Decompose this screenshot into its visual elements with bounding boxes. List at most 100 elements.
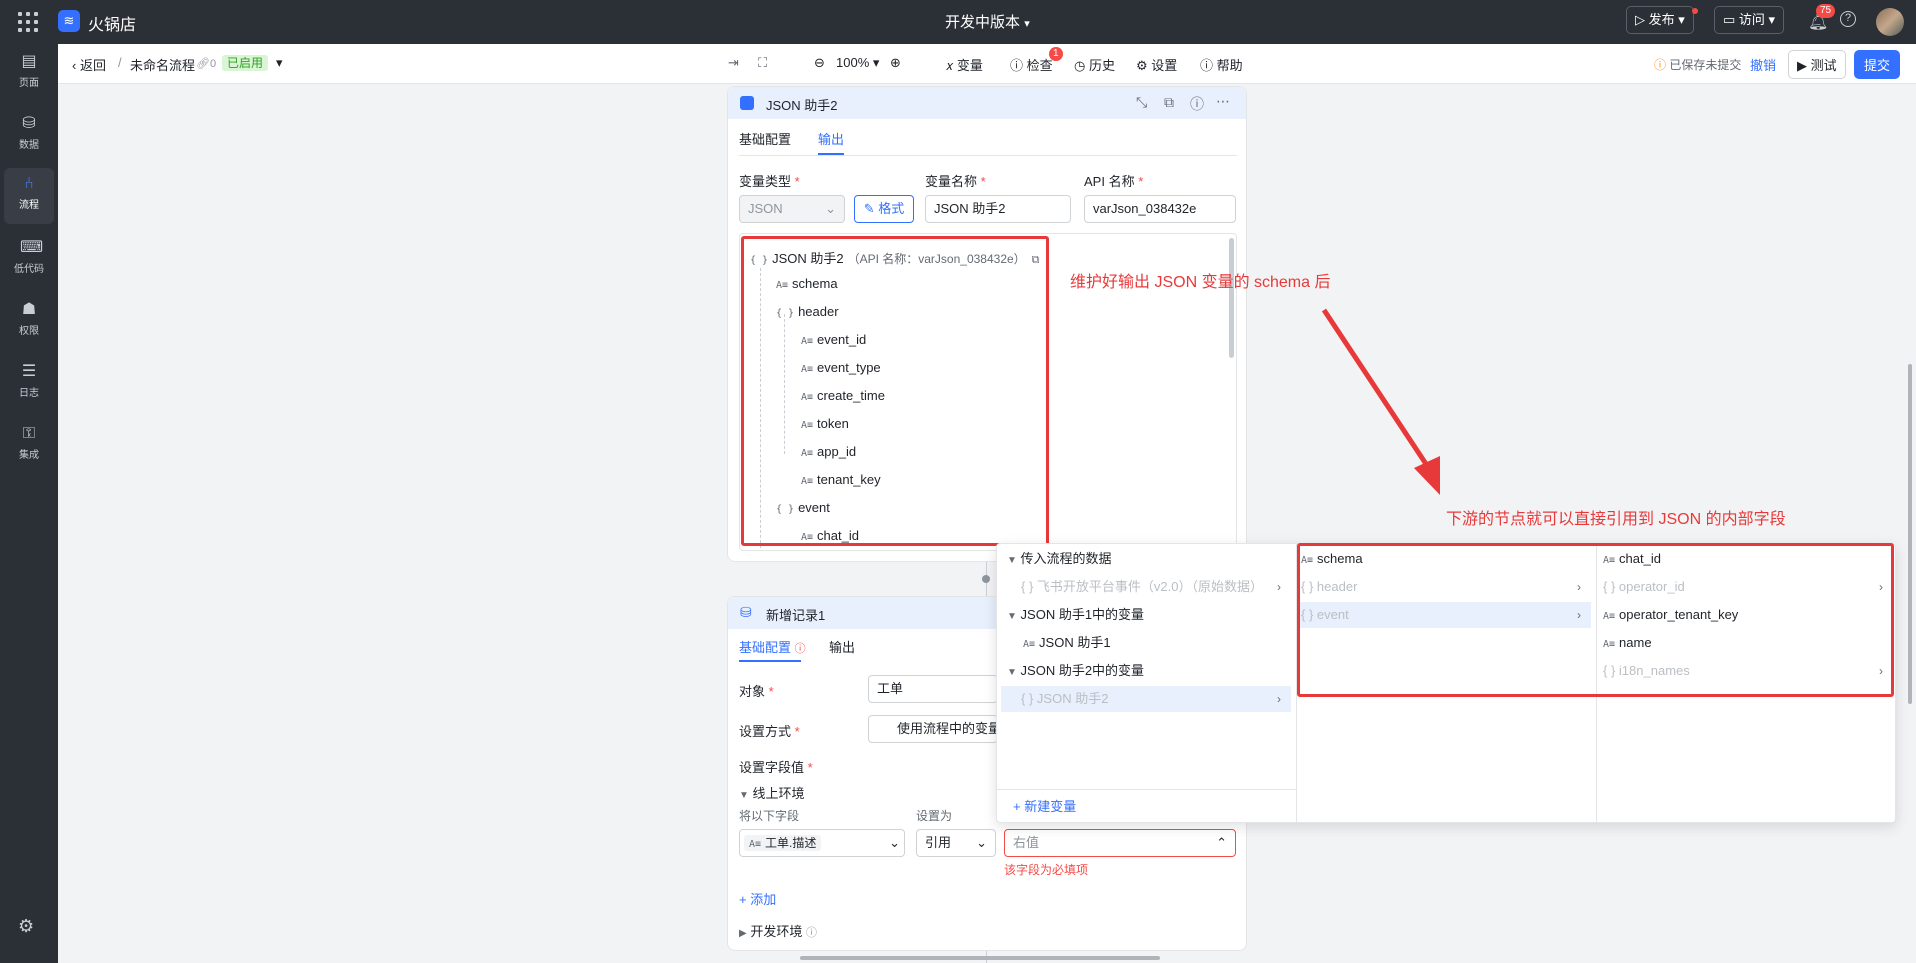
add-label: 添加 xyxy=(750,892,777,907)
avatar[interactable] xyxy=(1876,8,1904,36)
format-button[interactable]: ✎ 格式 xyxy=(854,195,914,223)
gear-icon: ⚙ xyxy=(1136,58,1148,73)
version-selector[interactable]: 开发中版本 ▾ xyxy=(945,11,1030,32)
database-icon: ⛁ xyxy=(22,115,36,132)
variables-button[interactable]: 𝑥 变量 xyxy=(946,55,983,74)
option-label: JSON 助手2 xyxy=(1036,691,1109,706)
zoom-out-icon[interactable]: ⊖ xyxy=(814,55,825,71)
back-link[interactable]: ‹ 返回 xyxy=(72,55,106,74)
status-dropdown-icon[interactable]: ▾ xyxy=(276,55,283,71)
zoom-value: 100% xyxy=(836,55,870,70)
env-dev-toggle[interactable]: ▶ 开发环境 ⓘ xyxy=(739,921,817,940)
highlight-box-schema xyxy=(741,236,1049,546)
edit-icon: ✎ xyxy=(863,201,875,216)
option-label: 飞书开放平台事件（v2.0）（原始数据） xyxy=(1036,579,1263,594)
submit-button[interactable]: 提交 xyxy=(1854,50,1901,79)
env-online-toggle[interactable]: ▼ 线上环境 xyxy=(739,783,805,802)
chevron-left-icon: ‹ xyxy=(72,58,77,73)
sidebar-item-lowcode[interactable]: ⌨ 低代码 xyxy=(0,232,58,288)
tab-label: 基础配置 xyxy=(739,640,792,655)
set-type-select[interactable]: 引用 ⌄ xyxy=(916,829,996,857)
option-json1[interactable]: A≡ JSON 助手1 xyxy=(1023,630,1111,656)
visit-button[interactable]: ▭ 访问 ▾ xyxy=(1714,6,1785,34)
sidebar-item-flow[interactable]: ⑃ 流程 xyxy=(4,168,54,224)
link-icon: 🔗︎ xyxy=(196,58,210,70)
align-icon[interactable]: ⇥ xyxy=(728,55,739,71)
flow-toolbar: ‹ 返回 / 未命名流程 🔗︎0 已启用 ▾ ⇥ ⛶ ⊖ 100% ▾ ⊕ 𝑥 … xyxy=(58,44,1916,84)
node-title: JSON 助手2 xyxy=(766,98,838,113)
sidebar-item-label: 页面 xyxy=(19,78,39,89)
right-value-placeholder: 右值 xyxy=(1013,835,1040,850)
help-button[interactable]: ⓘ 帮助 xyxy=(1200,55,1243,74)
fields-label: 设置字段值 * xyxy=(739,757,813,776)
copy-icon[interactable]: ⧉ xyxy=(1164,94,1174,111)
sidebar-item-label: 数据 xyxy=(19,140,39,151)
field-error: 该字段为必填项 xyxy=(1004,863,1089,877)
flow-name[interactable]: 未命名流程 xyxy=(130,55,195,74)
tree-scrollbar[interactable] xyxy=(1229,238,1234,358)
history-button[interactable]: ◷ 历史 xyxy=(1074,55,1115,74)
fit-screen-icon[interactable]: ⛶ xyxy=(758,55,767,71)
sidebar-item-logs[interactable]: ☰ 日志 xyxy=(0,356,58,412)
history-label: 历史 xyxy=(1088,58,1115,73)
top-bar: ≋ 火锅店 开发中版本 ▾ ▷ 发布 ▾ ▭ 访问 ▾ 🔔︎ 75 ? xyxy=(0,0,1916,44)
caret-right-icon: ▶ xyxy=(739,928,747,939)
more-icon[interactable]: ⋯ xyxy=(1216,93,1230,110)
group-json1[interactable]: ▼ JSON 助手1中的变量 xyxy=(1007,602,1144,628)
field-select[interactable]: A≡ 工单.描述 ⌄ xyxy=(739,829,905,857)
annotation-downstream: 下游的节点就可以直接引用到 JSON 的内部字段 xyxy=(1446,511,1786,528)
option-json2[interactable]: { } JSON 助手2 › xyxy=(1001,686,1291,712)
flow-icon: ⑃ xyxy=(24,175,34,192)
gear-icon[interactable]: ⚙ xyxy=(18,916,34,937)
layout-icon: ▤ xyxy=(21,53,37,70)
help-icon: ⓘ xyxy=(1200,58,1214,73)
app-grid-icon[interactable] xyxy=(18,12,38,32)
object-select[interactable]: 工单 xyxy=(868,675,998,703)
error-icon: ⓘ xyxy=(794,643,806,655)
help-icon[interactable]: ⓘ xyxy=(1190,94,1204,114)
object-icon: { } xyxy=(1021,691,1034,706)
publish-button[interactable]: ▷ 发布 ▾ xyxy=(1626,6,1694,34)
settings-button[interactable]: ⚙ 设置 xyxy=(1136,55,1177,74)
sidebar-item-data[interactable]: ⛁ 数据 xyxy=(0,108,58,164)
group-json2[interactable]: ▼ JSON 助手2中的变量 xyxy=(1007,658,1144,684)
annotation-schema: 维护好输出 JSON 变量的 schema 后 xyxy=(1070,274,1331,291)
method-select[interactable]: 使用流程中的变量 xyxy=(868,715,998,743)
new-variable-button[interactable]: + 新建变量 xyxy=(1013,794,1076,820)
group-flow-input[interactable]: ▼ 传入流程的数据 xyxy=(1007,546,1112,572)
chevron-up-icon: ⌃ xyxy=(1216,835,1227,850)
api-name-input[interactable]: varJson_038432e xyxy=(1084,195,1236,223)
annotation-arrow xyxy=(1321,308,1440,495)
connector-dot[interactable] xyxy=(982,575,990,583)
var-type-select[interactable]: JSON ⌄ xyxy=(739,195,845,223)
tab-basic-config[interactable]: 基础配置 ⓘ xyxy=(739,637,806,656)
var-name-input[interactable]: JSON 助手2 xyxy=(925,195,1071,223)
revoke-link[interactable]: 撤销 xyxy=(1750,55,1776,74)
status-label: 已启用 xyxy=(222,55,269,71)
test-button[interactable]: ▶ 测试 xyxy=(1788,50,1846,79)
sidebar-item-permissions[interactable]: ☗ 权限 xyxy=(0,294,58,350)
sidebar-item-integrations[interactable]: ⚿ 集成 xyxy=(0,418,58,474)
canvas-hscrollbar[interactable] xyxy=(800,956,1160,960)
collapse-icon[interactable]: ⤡ xyxy=(1136,94,1147,111)
sidebar-item-pages[interactable]: ▤ 页面 xyxy=(0,46,58,102)
zoom-in-icon[interactable]: ⊕ xyxy=(890,55,901,71)
zoom-level[interactable]: 100% ▾ xyxy=(836,55,879,71)
check-button[interactable]: ⓘ 检查 xyxy=(1010,55,1053,74)
api-name-label: API 名称 * xyxy=(1084,171,1143,190)
chevron-right-icon: › xyxy=(1277,580,1281,594)
canvas-scrollbar[interactable] xyxy=(1908,364,1912,704)
tab-basic-config[interactable]: 基础配置 xyxy=(739,129,791,148)
tab-output[interactable]: 输出 xyxy=(818,129,844,148)
add-field-button[interactable]: + 添加 xyxy=(739,889,776,908)
variable-icon: 𝑥 xyxy=(946,58,954,73)
right-value-input[interactable]: 右值 ⌃ xyxy=(1004,829,1236,857)
tab-output[interactable]: 输出 xyxy=(829,637,855,656)
new-variable-label: 新建变量 xyxy=(1024,799,1077,814)
set-type-value: 引用 xyxy=(925,835,952,850)
option-label: JSON 助手1 xyxy=(1039,635,1111,650)
required-mark: * xyxy=(765,684,774,699)
help-icon[interactable]: ? xyxy=(1840,11,1856,27)
group-label: JSON 助手1中的变量 xyxy=(1020,607,1145,622)
chevron-down-icon: ⌄ xyxy=(889,835,900,850)
